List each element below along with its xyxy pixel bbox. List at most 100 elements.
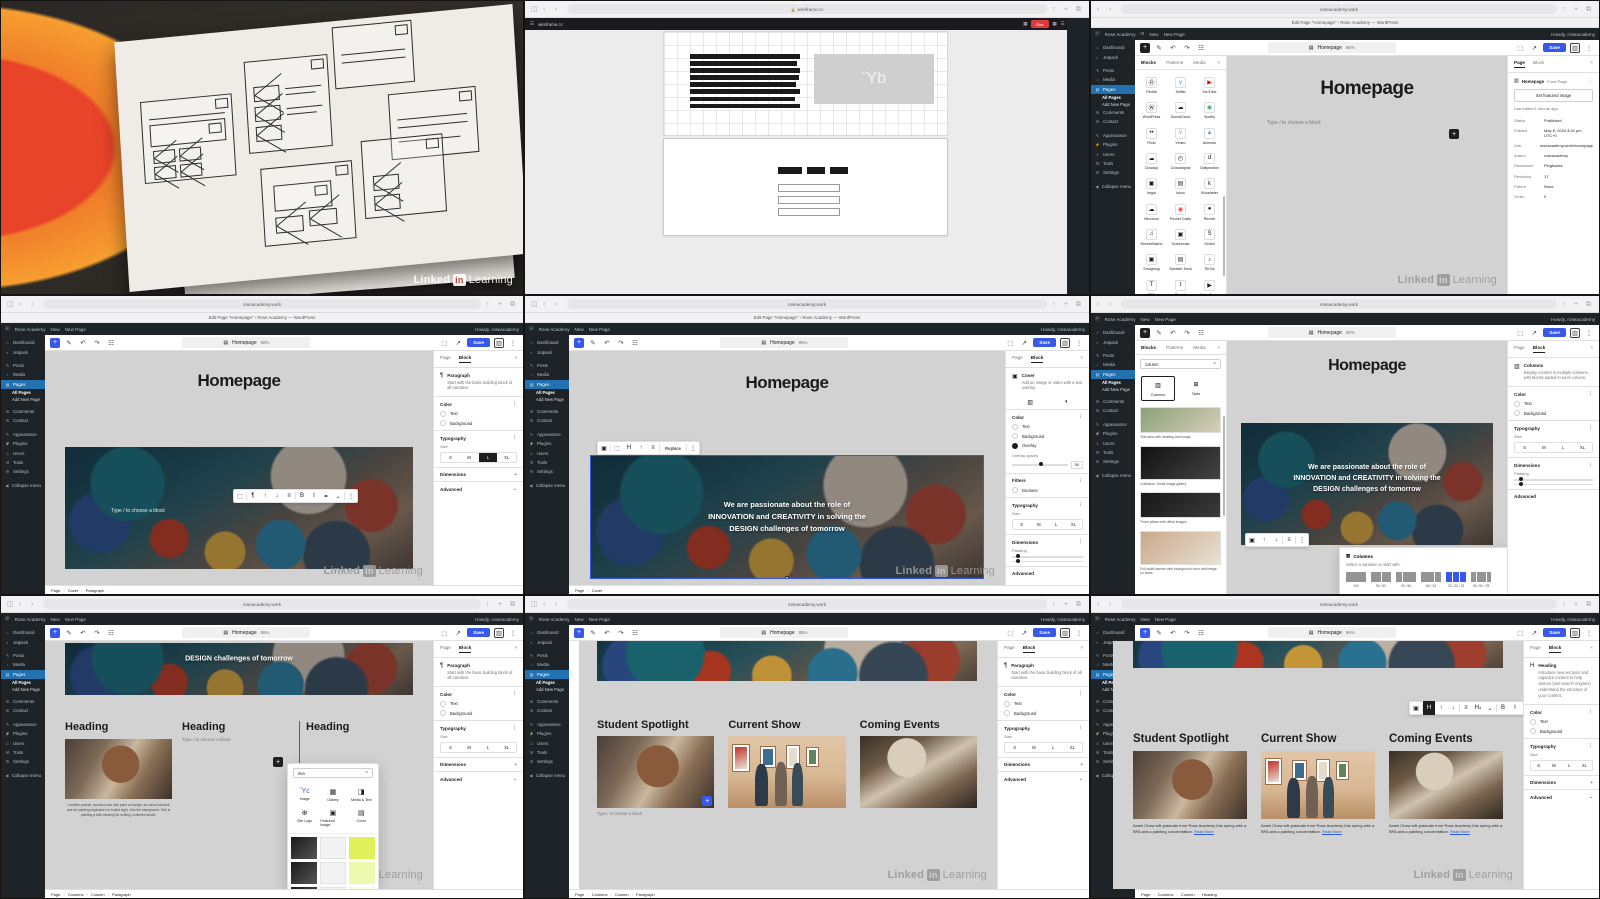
save-button[interactable]: Save (1543, 627, 1566, 638)
address-bar[interactable]: 🔒 wireframe.cc (567, 4, 1047, 14)
edit-tool-icon[interactable]: ✎ (1154, 328, 1164, 338)
sidebar-item-users[interactable]: ☺ Users (525, 738, 569, 747)
slider-track[interactable] (1012, 462, 1068, 467)
back-icon[interactable]: ‹ (543, 601, 550, 608)
dimensions-section[interactable]: Dimensions + (1524, 775, 1599, 789)
inserter-item-media-text[interactable]: ◨ Media & Text (348, 785, 375, 805)
tab-page[interactable]: Page (440, 645, 451, 653)
more-options-icon[interactable]: ⋮ (687, 441, 699, 455)
cover-text[interactable]: DESIGN challenges of tomorrow (65, 653, 413, 664)
page-property-row[interactable]: Link roseacademy.work/homepage (1508, 141, 1599, 151)
embed-block-smugmug[interactable]: ▣ Smugmug (1138, 251, 1165, 274)
heading-block[interactable]: Heading (182, 721, 289, 733)
menu-icon[interactable]: ☰ (530, 21, 534, 27)
account-area[interactable]: Howdy, roseacademy (475, 617, 519, 622)
column-variation-66-33[interactable]: 66 / 33 (1421, 572, 1441, 588)
sidebar-item-collapse[interactable]: ◀Collapse menu (525, 771, 569, 780)
preview-icon[interactable]: ⬚ (439, 338, 449, 348)
document-bar[interactable]: ▤ Homepage 86% (720, 627, 849, 638)
color-options-icon[interactable]: ⋮ (1078, 414, 1083, 420)
sidebar-item-tools[interactable]: ⚒ Tools (525, 748, 569, 757)
color-text-row[interactable]: Text (1012, 423, 1083, 430)
cover-block[interactable]: DESIGN challenges of tomorrow (65, 643, 413, 695)
pattern-thumb[interactable] (320, 887, 346, 889)
cover-block[interactable] (597, 641, 977, 681)
block-settings-inspector[interactable]: Page Block × ¶ Paragraph Start with the … (997, 641, 1089, 889)
layout-icon[interactable]: ▦ (1053, 21, 1057, 27)
sidebar-item-comments[interactable]: ✉Comments (525, 407, 569, 416)
embed-block-tiktok[interactable]: ♪ TikTok (1196, 251, 1223, 274)
submenu-all-pages[interactable]: All Pages (1091, 94, 1135, 101)
cover-block[interactable]: We are passionate about the role of INNO… (1241, 423, 1493, 545)
embed-block-ted[interactable]: T TED (1138, 277, 1165, 294)
new-page-item[interactable]: New Page (1155, 617, 1176, 622)
slider-track[interactable] (1514, 477, 1593, 482)
undo-icon[interactable]: ↶ (1168, 628, 1178, 638)
popover-search-input[interactable]: ima × (293, 768, 373, 778)
edit-tool-icon[interactable]: ✎ (1154, 628, 1164, 638)
embed-block-spotify[interactable]: ◉ Spotify (1196, 99, 1223, 122)
skip-button[interactable]: Skip (1346, 593, 1507, 594)
save-button[interactable]: Save (1543, 327, 1566, 338)
pattern-result[interactable]: Text area with heading and image (1135, 404, 1226, 442)
font-size-picker[interactable]: S M L XL (1530, 760, 1593, 772)
sidebar-item-pages[interactable]: ▤ Pages (1091, 84, 1135, 94)
sidebar-item-plugins[interactable]: ⚡ Plugins (1, 439, 45, 448)
overlay-color-swatch[interactable] (1012, 442, 1018, 449)
editor-canvas[interactable]: DESIGN challenges of tomorrow Heading Cr… (45, 641, 433, 889)
sidebar-item-tools[interactable]: ⚒ Tools (1091, 159, 1135, 168)
view-page-icon[interactable]: ↗ (1529, 328, 1539, 338)
breadcrumb-item[interactable]: Page (1141, 892, 1150, 897)
padding-slider-x[interactable] (1012, 554, 1083, 559)
padding-slider-y[interactable] (1514, 481, 1593, 486)
toggle-block-inserter-button[interactable]: + (574, 627, 584, 638)
move-up-icon[interactable]: ↑ (635, 441, 647, 455)
sidebar-item-posts[interactable]: ✎ Posts (1091, 66, 1135, 75)
dimensions-options-icon[interactable]: ⋮ (1588, 462, 1593, 468)
share-icon[interactable]: ↑ (1562, 6, 1569, 13)
view-page-icon[interactable]: ↗ (1529, 43, 1539, 53)
card-image[interactable] (728, 736, 846, 809)
tab-block[interactable]: Block (458, 645, 472, 653)
wireframe-canvas[interactable]: Ὓb (525, 30, 1089, 294)
share-icon[interactable]: ↑ (1052, 6, 1059, 13)
sidebar-item-contact[interactable]: ✉ Contact (1091, 117, 1135, 126)
align-icon[interactable]: ≡ (1460, 701, 1472, 715)
filters-options-icon[interactable]: ⋮ (1078, 478, 1083, 484)
tab-media[interactable]: Media (1193, 345, 1206, 350)
editor-canvas[interactable]: Homepage ▣ ⬚ H ↑ ≡ Replace ⋮ We are pass… (569, 351, 1005, 585)
tab-page[interactable]: Page (440, 355, 451, 363)
card-image[interactable] (1261, 750, 1375, 819)
editor-canvas[interactable]: Student Spotlight + Type / to choose a b… (579, 641, 997, 889)
tabs-icon[interactable]: ⧉ (1076, 601, 1083, 608)
dimensions-options-icon[interactable]: + (1080, 762, 1083, 767)
dimensions-options-icon[interactable]: + (514, 762, 517, 767)
sidebar-item-collapse[interactable]: ◀Collapse menu (525, 481, 569, 490)
sidebar-item-media[interactable]: ♪ Media (1091, 360, 1135, 369)
text-color-swatch[interactable] (440, 410, 446, 417)
chevron-down-icon[interactable]: ⌄ (513, 486, 517, 492)
more-options-icon[interactable]: ⋮ (1584, 328, 1594, 338)
new-tab-icon[interactable]: + (1064, 601, 1071, 608)
breadcrumb-item[interactable]: Page (575, 892, 584, 897)
undo-icon[interactable]: ↶ (602, 628, 612, 638)
size-option-m[interactable]: M (460, 743, 479, 752)
result-table[interactable]: ⊞ Table (1179, 376, 1213, 401)
close-inspector-icon[interactable]: × (1590, 60, 1593, 68)
edit-tool-icon[interactable]: ✎ (64, 628, 74, 638)
size-option-l[interactable]: L (479, 743, 498, 752)
account-area[interactable]: Howdy, roseacademy (1551, 617, 1595, 622)
size-option-l[interactable]: L (1554, 443, 1573, 452)
sidebar-item-dashboard[interactable]: ⌂ Dashboard (1, 338, 45, 347)
sidebar-item-collapse[interactable]: ◀Collapse menu (1091, 182, 1135, 191)
italic-icon[interactable]: I (1509, 701, 1521, 715)
toggle-block-inserter-button[interactable]: + (1140, 327, 1150, 338)
breadcrumb-item[interactable]: Columns (592, 892, 608, 897)
cover-icon[interactable]: ⬚ (611, 441, 623, 455)
block-inserter-panel[interactable]: Blocks Patterns Media × Ⓡ Reddit ᴠ Twitter ▶… (1135, 56, 1227, 294)
document-overview-icon[interactable]: ☷ (106, 338, 116, 348)
image-block-student[interactable] (65, 739, 172, 799)
site-name[interactable]: Rose Academy (15, 327, 46, 332)
sidebar-item-contact[interactable]: ✉ Contact (1, 706, 45, 715)
breadcrumb-item[interactable]: Paragraph (112, 892, 131, 897)
